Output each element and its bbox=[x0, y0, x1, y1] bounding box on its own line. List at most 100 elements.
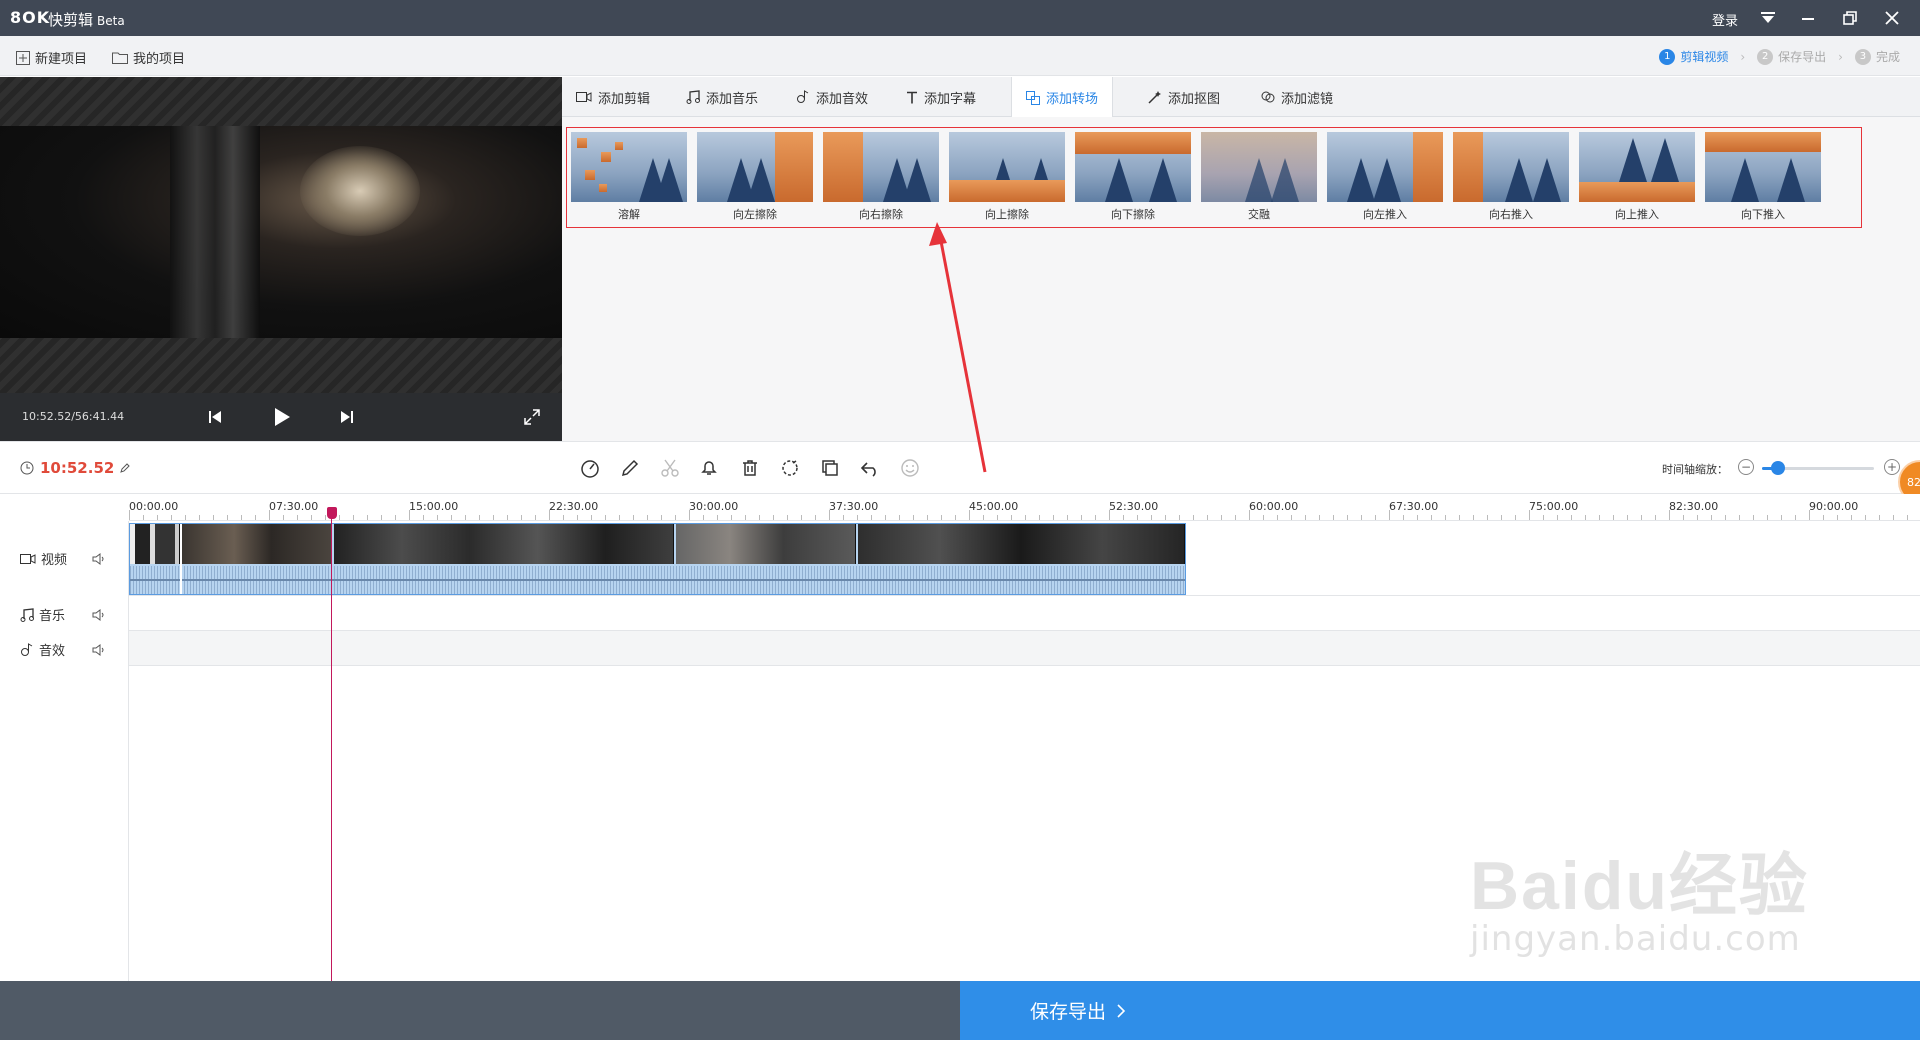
tab-label: 添加剪辑 bbox=[598, 91, 651, 107]
music-track-row[interactable] bbox=[129, 596, 1920, 631]
ruler-tick bbox=[619, 515, 620, 520]
zoom-out-icon[interactable]: − bbox=[1738, 459, 1754, 475]
ruler-tick bbox=[899, 515, 900, 520]
tab-add-clip[interactable]: 添加剪辑 bbox=[562, 77, 664, 117]
ruler-tick bbox=[1893, 515, 1894, 520]
new-file-icon bbox=[16, 50, 30, 65]
undo-icon[interactable] bbox=[858, 456, 882, 480]
ruler-tick bbox=[745, 515, 746, 520]
video-volume-icon[interactable] bbox=[92, 551, 108, 567]
playback-time: 10:52.52/56:41.44 bbox=[22, 410, 125, 423]
playhead-handle[interactable] bbox=[327, 507, 337, 519]
ruler-tick bbox=[633, 515, 634, 520]
video-clip[interactable] bbox=[129, 523, 1186, 595]
fullscreen-icon[interactable] bbox=[520, 405, 544, 429]
transition-push-right[interactable]: 向右推入 bbox=[1453, 132, 1569, 222]
transition-thumbnail bbox=[1075, 132, 1191, 202]
music-volume-icon[interactable] bbox=[92, 607, 108, 623]
ruler-tick bbox=[367, 515, 368, 520]
dropdown-menu-icon[interactable] bbox=[1756, 6, 1780, 30]
transition-wipe-down[interactable]: 向下擦除 bbox=[1075, 132, 1191, 222]
ruler-tick bbox=[1697, 515, 1698, 520]
ruler-tick-label: 07:30.00 bbox=[269, 500, 319, 513]
ruler-tick bbox=[1529, 510, 1530, 520]
tab-add-transition[interactable]: 添加转场 bbox=[1011, 77, 1114, 118]
ruler-tick bbox=[1123, 515, 1124, 520]
ruler-tick bbox=[969, 510, 970, 520]
zoom-slider-handle[interactable] bbox=[1771, 461, 1785, 475]
ruler-tick bbox=[1263, 515, 1264, 520]
transition-push-left[interactable]: 向左推入 bbox=[1327, 132, 1443, 222]
ruler-tick bbox=[1319, 515, 1320, 520]
next-frame-icon[interactable] bbox=[335, 405, 359, 429]
transition-wipe-up[interactable]: 向上擦除 bbox=[949, 132, 1065, 222]
ruler-tick bbox=[381, 515, 382, 520]
ruler-tick bbox=[689, 510, 690, 520]
bell-icon[interactable] bbox=[697, 456, 721, 480]
ruler-tick bbox=[1389, 510, 1390, 520]
previous-frame-icon[interactable] bbox=[203, 405, 227, 429]
ruler-tick bbox=[1809, 510, 1810, 520]
minimize-icon[interactable] bbox=[1796, 6, 1820, 30]
step-save-export[interactable]: 2 保存导出 bbox=[1757, 48, 1826, 65]
ruler-tick bbox=[563, 515, 564, 520]
tab-add-music[interactable]: 添加音乐 bbox=[672, 77, 772, 117]
current-time: 10:52.52 bbox=[20, 459, 131, 477]
pencil-icon[interactable] bbox=[618, 456, 642, 480]
playhead-line[interactable] bbox=[331, 507, 332, 981]
zoom-label: 时间轴缩放： bbox=[1662, 463, 1728, 476]
ruler-tick bbox=[731, 515, 732, 520]
restore-icon[interactable] bbox=[1838, 6, 1862, 30]
scissors-icon[interactable] bbox=[658, 456, 682, 480]
ruler-tick bbox=[1347, 515, 1348, 520]
ruler-tick bbox=[1865, 515, 1866, 520]
transition-dissolve[interactable]: 溶解 bbox=[571, 132, 687, 222]
ruler-tick bbox=[1179, 515, 1180, 520]
step-edit-video[interactable]: 1 剪辑视频 bbox=[1659, 48, 1728, 65]
play-icon[interactable] bbox=[270, 405, 294, 429]
login-link[interactable]: 登录 bbox=[1712, 10, 1738, 29]
ruler-tick bbox=[395, 515, 396, 520]
trash-icon[interactable] bbox=[738, 456, 762, 480]
transition-wipe-right[interactable]: 向右擦除 bbox=[823, 132, 939, 222]
ruler-tick bbox=[1445, 515, 1446, 520]
ruler-tick-label: 15:00.00 bbox=[409, 500, 459, 513]
ruler-tick bbox=[255, 515, 256, 520]
crop-rotate-icon[interactable] bbox=[778, 456, 802, 480]
edit-pencil-icon[interactable] bbox=[120, 463, 131, 473]
effects-track-row[interactable] bbox=[129, 631, 1920, 666]
zoom-in-icon[interactable]: + bbox=[1884, 459, 1900, 475]
tab-add-filter[interactable]: 添加滤镜 bbox=[1247, 77, 1347, 117]
new-project-label: 新建项目 bbox=[35, 52, 88, 67]
ruler-tick bbox=[1039, 515, 1040, 520]
tab-add-cutout[interactable]: 添加抠图 bbox=[1134, 77, 1234, 117]
step-finish[interactable]: 3 完成 bbox=[1854, 48, 1900, 65]
save-export-button[interactable]: 保存导出 bbox=[960, 981, 1920, 1040]
transition-wipe-left[interactable]: 向左擦除 bbox=[697, 132, 813, 222]
tab-label: 添加抠图 bbox=[1168, 91, 1221, 107]
tab-add-subtitle[interactable]: 添加字幕 bbox=[892, 77, 990, 117]
ruler-tick-label: 37:30.00 bbox=[829, 500, 879, 513]
tab-add-sound-effect[interactable]: 添加音效 bbox=[782, 77, 882, 117]
ruler-tick bbox=[1543, 515, 1544, 520]
transition-push-down[interactable]: 向下推入 bbox=[1705, 132, 1821, 222]
transition-push-up[interactable]: 向上推入 bbox=[1579, 132, 1695, 222]
ruler-tick bbox=[1795, 515, 1796, 520]
timeline-ruler[interactable]: 00:00.00 07:30.00 15:00.00 22:30.00 30:00.00… bbox=[129, 494, 1920, 521]
my-projects-button[interactable]: 我的项目 bbox=[112, 48, 185, 67]
effects-volume-icon[interactable] bbox=[92, 642, 108, 658]
frame-content bbox=[170, 126, 260, 338]
close-icon[interactable] bbox=[1880, 6, 1904, 30]
copy-icon[interactable] bbox=[818, 456, 842, 480]
ruler-tick bbox=[1683, 515, 1684, 520]
video-frame[interactable] bbox=[0, 126, 562, 338]
ruler-tick bbox=[157, 515, 158, 520]
new-project-button[interactable]: 新建项目 bbox=[16, 48, 87, 67]
ruler-tick bbox=[1025, 515, 1026, 520]
transition-blend[interactable]: 交融 bbox=[1201, 132, 1317, 222]
ruler-tick bbox=[1585, 515, 1586, 520]
sticker-icon[interactable] bbox=[898, 456, 922, 480]
transition-icon bbox=[1026, 90, 1040, 105]
ruler-tick bbox=[423, 515, 424, 520]
speed-icon[interactable] bbox=[578, 456, 602, 480]
